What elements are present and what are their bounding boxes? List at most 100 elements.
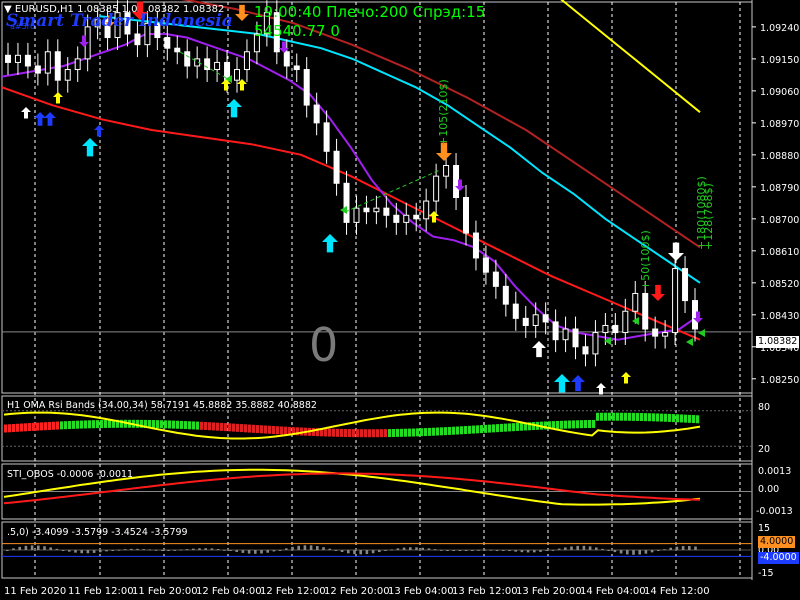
candle-body <box>283 51 290 67</box>
rsi-band-block <box>356 429 360 438</box>
hist-bar <box>24 545 28 550</box>
rsi-band-block <box>324 428 328 437</box>
rsi-band-block <box>152 420 156 429</box>
rsi-band-block <box>584 420 588 429</box>
hist-bar <box>334 550 338 551</box>
hist-bar <box>272 550 276 552</box>
candle-body <box>622 310 629 334</box>
price-tick-label: 1.08250 <box>760 375 799 386</box>
candle-body <box>682 268 689 302</box>
candle-body <box>373 207 380 213</box>
rsi-band-block <box>264 425 268 434</box>
hist-bar <box>136 548 139 550</box>
rsi-band-block <box>644 413 648 422</box>
hist-bar <box>619 550 623 554</box>
rsi-band-block <box>68 421 72 430</box>
signal-arrow-icon <box>226 99 242 118</box>
rsi-band-block <box>440 427 444 436</box>
hist-bar <box>179 549 183 551</box>
hist-bar <box>328 548 331 550</box>
rsi-band-block <box>516 422 520 431</box>
hist-bar <box>105 550 108 552</box>
rsi-band-block <box>196 421 200 430</box>
hist-bar <box>688 546 691 550</box>
rsi-band-block <box>688 414 692 423</box>
rsi-band-block <box>368 429 372 438</box>
signal-arrow-icon <box>21 107 31 119</box>
ma-red-line <box>1 86 701 341</box>
hist-bar <box>588 546 592 550</box>
rsi-band-block <box>80 420 84 429</box>
rsi-band-block <box>60 421 64 430</box>
signal-arrow-icon <box>44 112 56 126</box>
rsi-band-block <box>600 412 604 421</box>
rsi-band-block <box>16 423 20 432</box>
obos-scale-mid: 0.00 <box>758 484 780 495</box>
candle-body <box>293 65 300 71</box>
hist-bar <box>92 550 96 553</box>
price-tick-label: 1.08970 <box>760 119 799 130</box>
hist-bar <box>123 549 127 551</box>
rsi-band-block <box>164 420 168 429</box>
rsi-band-block <box>240 424 244 433</box>
candle-body <box>423 200 430 220</box>
rsi-band-block <box>636 412 640 421</box>
hist-bar <box>570 546 573 550</box>
hist-bar <box>390 549 393 551</box>
rsi-band-block <box>456 426 460 435</box>
candle-body <box>313 104 320 124</box>
rsi-band-block <box>92 420 96 429</box>
hist-bar <box>30 545 34 550</box>
rsi-band-block <box>372 429 376 438</box>
candle-body <box>592 332 599 355</box>
hist-title: .5,0) -3.4099 -3.5799 -3.4524 -3.5799 <box>7 527 188 538</box>
hist-bar <box>681 546 685 550</box>
rsi-band-block <box>172 420 176 429</box>
hist-bar <box>595 547 598 550</box>
rsi-band-block <box>48 421 52 430</box>
candle-body <box>34 65 41 74</box>
price-chart[interactable]: 1.09240 1.09150 1.09060 1.08970 1.08880 1.087… <box>0 0 800 600</box>
hist-bar <box>458 550 462 551</box>
hist-bar <box>148 549 152 551</box>
hist-bar <box>297 545 300 550</box>
current-price-tag: 1.08382 <box>756 336 800 348</box>
candle-body <box>333 150 340 184</box>
hist-bar <box>551 549 555 551</box>
rsi-band-block <box>448 426 452 435</box>
hist-bar <box>650 550 654 553</box>
candle-body <box>383 207 390 216</box>
signal-arrow-icon <box>554 374 570 393</box>
hist-bar <box>6 550 9 551</box>
rsi-band-block <box>684 414 688 423</box>
rsi-band-block <box>604 412 608 421</box>
rsi-band-block <box>436 427 440 436</box>
time-axis-label: 12 Feb 20:00 <box>324 586 390 597</box>
rsi-band-block <box>276 426 280 435</box>
hist-bar <box>545 550 548 552</box>
hist-bar <box>409 547 412 550</box>
rsi-band-block <box>568 420 572 429</box>
hist-bar <box>111 550 114 551</box>
signal-arrow-icon <box>53 92 63 104</box>
hist-bar <box>508 550 511 552</box>
hist-bar <box>359 550 362 555</box>
price-tick-label: 1.08880 <box>760 151 799 162</box>
rsi-band-block <box>360 429 364 438</box>
hist-bar <box>613 550 617 553</box>
candle-body <box>343 182 350 223</box>
hist-bar <box>37 545 40 550</box>
rsi-band-block <box>136 419 140 428</box>
rsi-band-block <box>488 424 492 433</box>
hist-bar <box>142 549 145 551</box>
hist-bar <box>167 550 170 551</box>
hist-bar <box>185 549 189 551</box>
hist-bar <box>489 549 493 551</box>
rsi-band-block <box>608 412 612 421</box>
rsi-band-block <box>664 413 668 422</box>
rsi-title: H1 OMA Rsi Bands (34.00,34) 58.7191 45.8… <box>7 400 317 411</box>
rsi-band-block <box>564 420 568 429</box>
hist-bar <box>440 549 443 551</box>
hist-bar <box>241 550 245 553</box>
hist-bar <box>229 550 232 551</box>
